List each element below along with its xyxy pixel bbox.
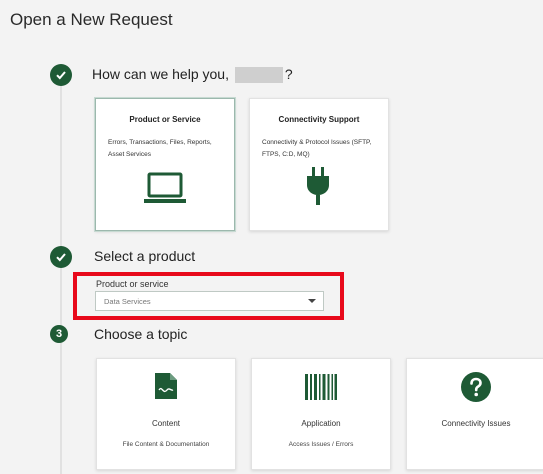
step-1-title-prefix: How can we help you, bbox=[92, 66, 229, 82]
topic-card-application[interactable]: Application Access Issues / Errors bbox=[251, 358, 391, 470]
document-icon bbox=[155, 373, 177, 404]
topic-title: Connectivity Issues bbox=[441, 419, 511, 428]
step-3-number: 3 bbox=[55, 328, 63, 340]
card-title: Connectivity Support bbox=[278, 115, 360, 124]
laptop-icon bbox=[143, 171, 187, 210]
plug-icon bbox=[305, 167, 331, 212]
step-3-title: Choose a topic bbox=[94, 326, 188, 342]
page-title: Open a New Request bbox=[10, 10, 173, 29]
highlight-annotation-box bbox=[73, 272, 344, 320]
step-2-check-icon bbox=[50, 246, 72, 268]
card-connectivity-support[interactable]: Connectivity Support Connectivity & Prot… bbox=[249, 98, 389, 231]
topic-title: Application bbox=[301, 419, 341, 428]
topic-description: File Content & Documentation bbox=[122, 441, 210, 448]
redacted-user-name bbox=[234, 67, 283, 84]
card-title: Product or Service bbox=[129, 115, 201, 124]
step-1-title-suffix: ? bbox=[284, 66, 293, 82]
step-3-number-badge: 3 bbox=[50, 325, 68, 343]
step-1-title: How can we help you, ? bbox=[92, 66, 293, 84]
topic-description: Access Issues / Errors bbox=[288, 441, 354, 448]
timeline-line bbox=[60, 84, 62, 474]
card-description: Errors, Transactions, Files, Reports, As… bbox=[108, 139, 212, 158]
topic-card-content[interactable]: Content File Content & Documentation bbox=[96, 358, 236, 470]
barcode-icon bbox=[305, 374, 337, 405]
step-2-title: Select a product bbox=[94, 248, 196, 264]
card-description: Connectivity & Protocol Issues (SFTP, FT… bbox=[262, 139, 372, 158]
topic-card-connectivity-issues[interactable]: Connectivity Issues bbox=[406, 358, 543, 470]
card-product-or-service[interactable]: Product or Service Errors, Transactions,… bbox=[95, 98, 235, 231]
topic-title: Content bbox=[151, 419, 181, 428]
step-1-check-icon bbox=[50, 64, 72, 86]
question-icon bbox=[461, 372, 491, 407]
